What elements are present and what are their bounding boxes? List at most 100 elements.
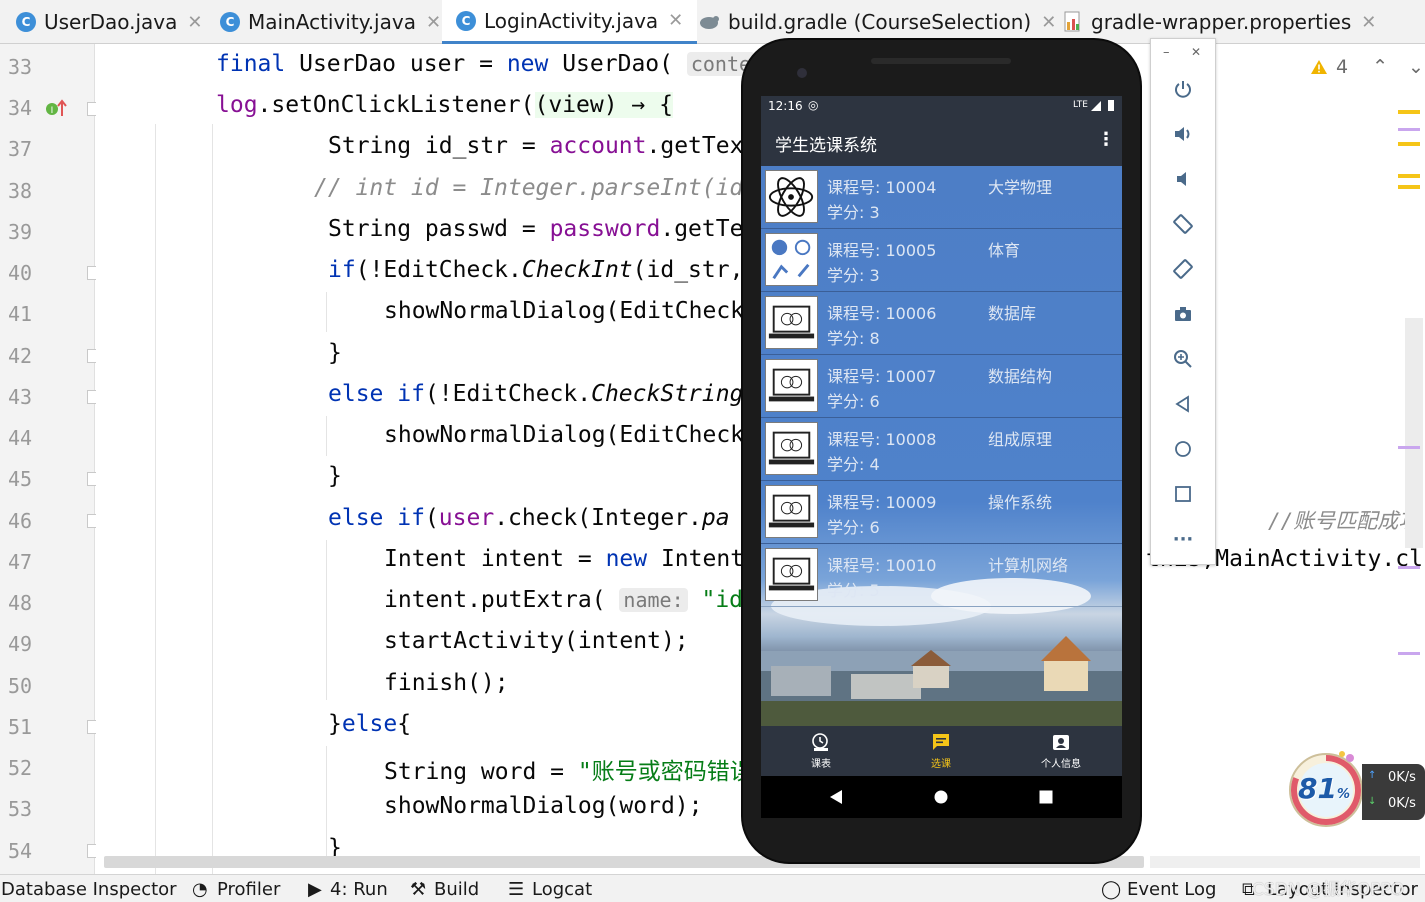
- indent-guide: [326, 292, 327, 332]
- profiler-button[interactable]: Profiler: [217, 879, 280, 900]
- overflow-menu-icon[interactable]: ⋮: [1097, 129, 1115, 150]
- close-icon[interactable]: ✕: [187, 12, 202, 33]
- line-number: 44: [8, 426, 33, 450]
- tab-label: gradle-wrapper.properties: [1091, 10, 1352, 34]
- volume-up-button[interactable]: [1169, 120, 1197, 148]
- tab-label: UserDao.java: [44, 10, 178, 34]
- close-icon[interactable]: ✕: [1191, 45, 1201, 59]
- nav-item-profile[interactable]: 个人信息: [1001, 726, 1121, 776]
- chevron-down-icon[interactable]: ⌄: [1408, 56, 1424, 78]
- signal-icon: [1091, 101, 1101, 111]
- close-icon[interactable]: ✕: [668, 10, 683, 31]
- chevron-up-icon[interactable]: ⌃: [1372, 56, 1388, 78]
- nav-item-select-course[interactable]: 选课: [881, 726, 1001, 776]
- database-inspector-button[interactable]: Database Inspector: [1, 879, 177, 900]
- close-icon[interactable]: ✕: [1041, 12, 1056, 33]
- line-number: 34: [8, 96, 33, 120]
- event-log-button[interactable]: Event Log: [1127, 879, 1216, 900]
- logcat-icon: ☰: [508, 879, 525, 900]
- course-row[interactable]: 课程号: 10010 计算机网络 学分: 5: [761, 544, 1122, 607]
- tab-mainactivity[interactable]: C MainActivity.java ✕: [220, 0, 441, 44]
- code-line-46: else if(user.check(Integer.pa: [328, 505, 730, 531]
- build-icon: ⚒: [410, 879, 427, 900]
- code-line-37: String id_str = account.getTex: [328, 133, 744, 159]
- laptop-icon: [765, 296, 818, 349]
- close-icon[interactable]: ✕: [426, 12, 441, 33]
- line-number: 40: [8, 261, 33, 285]
- code-line-33: final UserDao user = new UserDao( conte: [216, 51, 756, 77]
- line-number-gutter: 33 34 37 38 39 40 41 42 43 44 45 46 47 4…: [0, 44, 101, 874]
- download-speed: 0K/s: [1388, 796, 1416, 811]
- sports-icon: [765, 233, 818, 286]
- build-button[interactable]: Build: [434, 879, 479, 900]
- course-credit: 学分: 5: [827, 581, 880, 600]
- upload-speed: 0K/s: [1388, 770, 1416, 785]
- rotate-right-button[interactable]: [1169, 255, 1197, 283]
- course-row[interactable]: 课程号: 10007 数据结构 学分: 6: [761, 355, 1122, 418]
- code-line-34: log.setOnClickListener((view) → {: [216, 92, 673, 118]
- course-row[interactable]: 课程号: 10009 操作系统 学分: 6: [761, 481, 1122, 544]
- network-speed-widget[interactable]: 81% ↑ 0K/s ↓ 0K/s: [1288, 748, 1425, 830]
- screenshot-button[interactable]: [1169, 300, 1197, 328]
- line-number: 39: [8, 220, 33, 244]
- volume-down-button[interactable]: [1169, 165, 1197, 193]
- warning-marker[interactable]: [1398, 185, 1420, 189]
- power-button[interactable]: [1169, 75, 1197, 103]
- line-number: 43: [8, 385, 33, 409]
- close-icon[interactable]: ✕: [1361, 12, 1376, 33]
- battery-icon: [1108, 100, 1114, 111]
- course-credit: 学分: 8: [827, 329, 880, 348]
- home-button[interactable]: [1169, 435, 1197, 463]
- tab-gradle-wrapper[interactable]: gradle-wrapper.properties ✕: [1063, 0, 1376, 44]
- inspection-widget[interactable]: 4 ⌃ ⌄: [1310, 56, 1424, 78]
- warning-marker[interactable]: [1398, 110, 1420, 114]
- tab-label: MainActivity.java: [248, 10, 416, 34]
- line-number: 48: [8, 591, 33, 615]
- indent-guide: [326, 540, 327, 700]
- line-number: 52: [8, 756, 33, 780]
- emulator-screen[interactable]: 12:16 ◎ LTE 学生选课系统 ⋮ 课程号: 10004 大学物理 学分:…: [761, 96, 1122, 818]
- zoom-icon: [1174, 350, 1192, 368]
- watermark: CSDN @振华OPPO: [1252, 880, 1405, 900]
- code-line-52: String word = "账号或密码错误: [384, 759, 753, 785]
- back-icon[interactable]: [830, 790, 844, 804]
- overview-icon[interactable]: [1039, 790, 1053, 804]
- usage-marker[interactable]: [1398, 446, 1420, 449]
- laptop-icon: [765, 359, 818, 412]
- app-toolbar: 学生选课系统 ⋮: [761, 117, 1122, 166]
- zoom-button[interactable]: [1169, 345, 1197, 373]
- app-title: 学生选课系统: [775, 136, 877, 156]
- warning-marker[interactable]: [1398, 174, 1420, 178]
- vertical-scrollbar[interactable]: [1405, 318, 1423, 548]
- course-row[interactable]: 课程号: 10004 大学物理 学分: 3: [761, 166, 1122, 229]
- overview-button[interactable]: [1169, 480, 1197, 508]
- nav-item-schedule[interactable]: 课表: [761, 726, 881, 776]
- properties-icon: [1064, 11, 1080, 32]
- run-icon: ▶: [308, 879, 322, 900]
- tab-loginactivity[interactable]: C LoginActivity.java ✕: [442, 0, 698, 44]
- usage-marker[interactable]: [1398, 128, 1420, 131]
- back-button[interactable]: [1169, 390, 1197, 418]
- warning-marker[interactable]: [1398, 142, 1420, 146]
- usage-marker[interactable]: [1398, 566, 1420, 569]
- course-row[interactable]: 课程号: 10008 组成原理 学分: 4: [761, 418, 1122, 481]
- override-icon[interactable]: I: [44, 96, 68, 120]
- course-row[interactable]: 课程号: 10005 体育 学分: 3: [761, 229, 1122, 292]
- schedule-icon: [812, 733, 828, 751]
- indent-guide: [155, 124, 156, 874]
- run-button[interactable]: 4: Run: [330, 879, 388, 900]
- line-number: 49: [8, 632, 33, 656]
- logcat-button[interactable]: Logcat: [532, 879, 592, 900]
- usage-marker[interactable]: [1398, 652, 1420, 655]
- front-camera: [797, 68, 807, 78]
- course-row[interactable]: 课程号: 10006 数据库 学分: 8: [761, 292, 1122, 355]
- rotate-left-button[interactable]: [1169, 210, 1197, 238]
- code-line-39: String passwd = password.getTe: [328, 216, 744, 242]
- line-number: 53: [8, 797, 33, 821]
- line-number: 38: [8, 179, 33, 203]
- minimize-icon[interactable]: –: [1163, 45, 1170, 60]
- class-icon: C: [456, 10, 476, 31]
- home-icon[interactable]: [934, 790, 948, 804]
- more-options-icon[interactable]: ···: [1169, 525, 1197, 553]
- tab-userdao[interactable]: C UserDao.java ✕: [16, 0, 202, 44]
